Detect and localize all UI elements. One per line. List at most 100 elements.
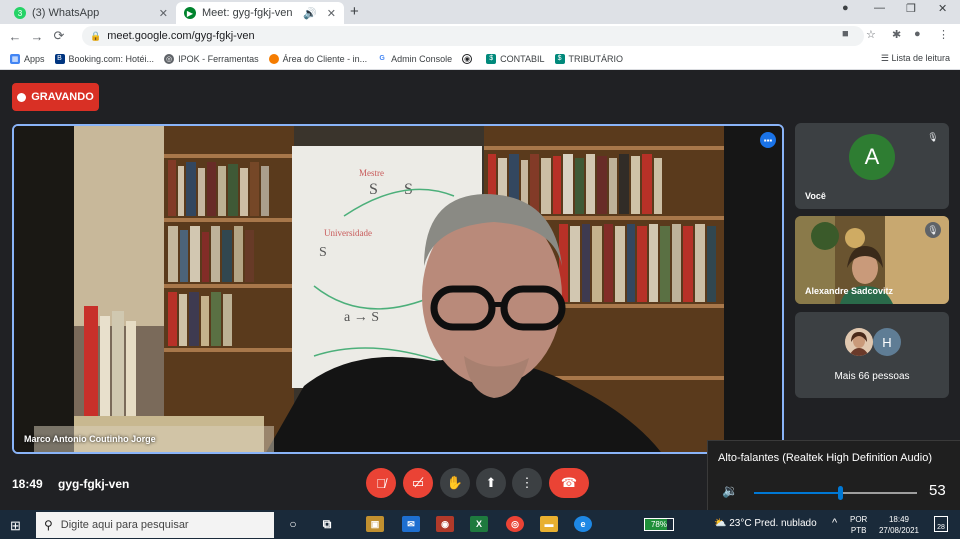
mic-off-icon: 🎙̸ [376, 475, 386, 491]
url-text: meet.google.com/gyg-fgkj-ven [107, 30, 255, 42]
lock-icon: 🔒 [90, 30, 102, 41]
participant-tile-alexandre[interactable]: 🎙 Alexandre Sadcovitz [795, 216, 949, 304]
tab-meet[interactable]: ▶ Meet: gyg-fgkj-ven 🔊 ✕ [176, 2, 344, 24]
audio-device-name: Alto-falantes (Realtek High Definition A… [718, 452, 933, 464]
main-video-tile[interactable]: Mestre S S Universidade S a → S ▪▪▪ Marc… [12, 124, 784, 454]
more-vert-icon: ⋮ [520, 475, 534, 490]
tab-whatsapp[interactable]: 3 (3) WhatsApp ✕ [6, 2, 176, 24]
more-participants-tile[interactable]: H Mais 66 pessoas [795, 312, 949, 398]
restore-icon[interactable]: ❐ [906, 2, 916, 15]
chevron-up-icon[interactable]: ^ [832, 518, 837, 529]
raise-hand-button[interactable]: ✋ [440, 468, 470, 498]
menu-icon[interactable]: ⋮ [938, 28, 949, 41]
forward-icon[interactable]: → [26, 29, 48, 44]
screen: 3 (3) WhatsApp ✕ ▶ Meet: gyg-fgkj-ven 🔊 … [0, 0, 960, 539]
camera-icon[interactable]: ■ [842, 28, 849, 40]
profile-icon[interactable]: ● [914, 28, 921, 40]
file-explorer-icon[interactable]: ▬ [540, 516, 558, 532]
volume-slider-thumb[interactable] [838, 486, 844, 500]
mic-off-icon: 🎙 [925, 222, 941, 238]
bookmark-area-cliente[interactable]: Área do Cliente - in... [268, 53, 367, 64]
window-close-icon[interactable]: ✕ [938, 2, 947, 15]
apps-grid-icon: ▦ [10, 53, 20, 64]
tab-title: (3) WhatsApp [32, 7, 100, 19]
present-button[interactable]: ⬆ [476, 468, 506, 498]
mic-off-icon: 🎙 [927, 131, 939, 142]
weather-widget[interactable]: ⛅ 23°C Pred. nublado [714, 518, 817, 529]
svg-text:Mestre: Mestre [359, 168, 384, 178]
bookmark-tributario[interactable]: $ TRIBUTÁRIO [554, 53, 623, 64]
end-call-button[interactable]: ☎ [549, 468, 589, 498]
avatar: A [849, 134, 895, 180]
present-icon: ⬆ [485, 475, 497, 490]
volume-slider-fill [754, 492, 841, 494]
participant-name: Alexandre Sadcovitz [805, 286, 894, 296]
record-dot-icon [17, 92, 27, 102]
windows-taskbar: ⊞ ⚲ Digite aqui para pesquisar ○ ⧉ ▣ ✉ ◉… [0, 510, 960, 539]
search-icon: ⚲ [44, 518, 53, 532]
bookmark-contabil[interactable]: $ CONTABIL [486, 53, 545, 64]
notification-center-icon[interactable]: 28 [934, 516, 948, 532]
store-icon[interactable]: ▣ [366, 516, 384, 532]
more-options-button[interactable]: ⋮ [512, 468, 542, 498]
speaker-volume-icon[interactable]: 🔉 [722, 483, 738, 499]
bookmark-apps[interactable]: ▦ Apps [10, 53, 45, 64]
hand-icon: ✋ [446, 475, 464, 490]
cloud-sun-icon: ⛅ [714, 518, 730, 529]
whatsapp-icon: 3 [14, 7, 26, 19]
task-view-icon[interactable]: ⧉ [318, 516, 336, 532]
mic-toggle-button[interactable]: 🎙̸ [366, 468, 396, 498]
language-indicator[interactable]: POR PTB [850, 514, 867, 536]
app-icon: $ [554, 53, 565, 64]
eye-icon: ◉ [462, 53, 473, 64]
mail-icon[interactable]: ✉ [402, 516, 420, 532]
reload-icon[interactable]: ⟳ [48, 28, 70, 44]
reading-list-icon: ☰ [880, 53, 892, 63]
svg-text:a → S: a → S [344, 310, 379, 325]
browser-toolbar: ← → ⟳ 🔒 meet.google.com/gyg-fgkj-ven ■ ☆… [0, 24, 960, 48]
excel-icon[interactable]: X [470, 516, 488, 532]
more-participants-label: Mais 66 pessoas [834, 371, 910, 382]
minimize-icon[interactable]: — [874, 2, 885, 14]
globe-icon: ◎ [164, 53, 175, 64]
meeting-code: gyg-fgkj-ven [58, 477, 130, 491]
back-icon[interactable]: ← [4, 29, 26, 44]
meet-icon: ▶ [184, 7, 196, 19]
browser-tab-strip: 3 (3) WhatsApp ✕ ▶ Meet: gyg-fgkj-ven 🔊 … [0, 0, 960, 24]
svg-text:S: S [319, 245, 327, 260]
battery-indicator[interactable]: 78% [644, 518, 674, 531]
reading-list[interactable]: ☰ Lista de leitura [881, 53, 950, 64]
close-icon[interactable]: ✕ [327, 7, 336, 20]
speaker-icon[interactable]: 🔊 [303, 7, 317, 20]
camera-toggle-button[interactable]: ▭̸ [403, 468, 433, 498]
new-tab-button[interactable]: + [350, 3, 359, 20]
bookmark-admin-console[interactable]: G Admin Console [377, 53, 452, 64]
search-placeholder: Digite aqui para pesquisar [60, 519, 189, 531]
bookmark-ipok[interactable]: ◎ IPOK - Ferramentas [164, 53, 259, 64]
volume-flyout: Alto-falantes (Realtek High Definition A… [707, 440, 960, 513]
participant-tile-self[interactable]: A 🎙 Você [795, 123, 949, 209]
chrome-icon[interactable]: ◎ [506, 516, 524, 532]
windows-start-icon[interactable]: ⊞ [10, 518, 21, 534]
edge-icon[interactable]: e [574, 516, 592, 532]
svg-text:S: S [369, 181, 378, 198]
recording-badge[interactable]: GRAVANDO [12, 83, 99, 111]
bookmarks-bar: ▦ Apps B Booking.com: Hotéi... ◎ IPOK - Fer… [0, 48, 960, 70]
app-icon[interactable]: ◉ [436, 516, 454, 532]
volume-slider[interactable] [754, 486, 917, 500]
address-bar[interactable]: 🔒 meet.google.com/gyg-fgkj-ven [82, 26, 864, 46]
extensions-icon[interactable]: ✱ [892, 28, 901, 41]
participant-photo-avatar [845, 328, 873, 356]
app-icon: $ [486, 53, 497, 64]
profile-circle-icon[interactable]: ● [842, 2, 849, 14]
meeting-time: 18:49 [12, 477, 43, 491]
star-icon[interactable]: ☆ [866, 28, 876, 41]
cortana-icon[interactable]: ○ [284, 516, 302, 532]
taskbar-search-box[interactable]: ⚲ Digite aqui para pesquisar [36, 512, 274, 538]
speaker-video: Mestre S S Universidade S a → S [14, 126, 782, 452]
volume-value: 53 [929, 482, 946, 499]
bookmark-eye[interactable]: ◉ [462, 53, 476, 64]
close-icon[interactable]: ✕ [159, 7, 168, 20]
clock[interactable]: 18:49 27/08/2021 [876, 514, 922, 536]
bookmark-booking[interactable]: B Booking.com: Hotéi... [54, 53, 154, 64]
